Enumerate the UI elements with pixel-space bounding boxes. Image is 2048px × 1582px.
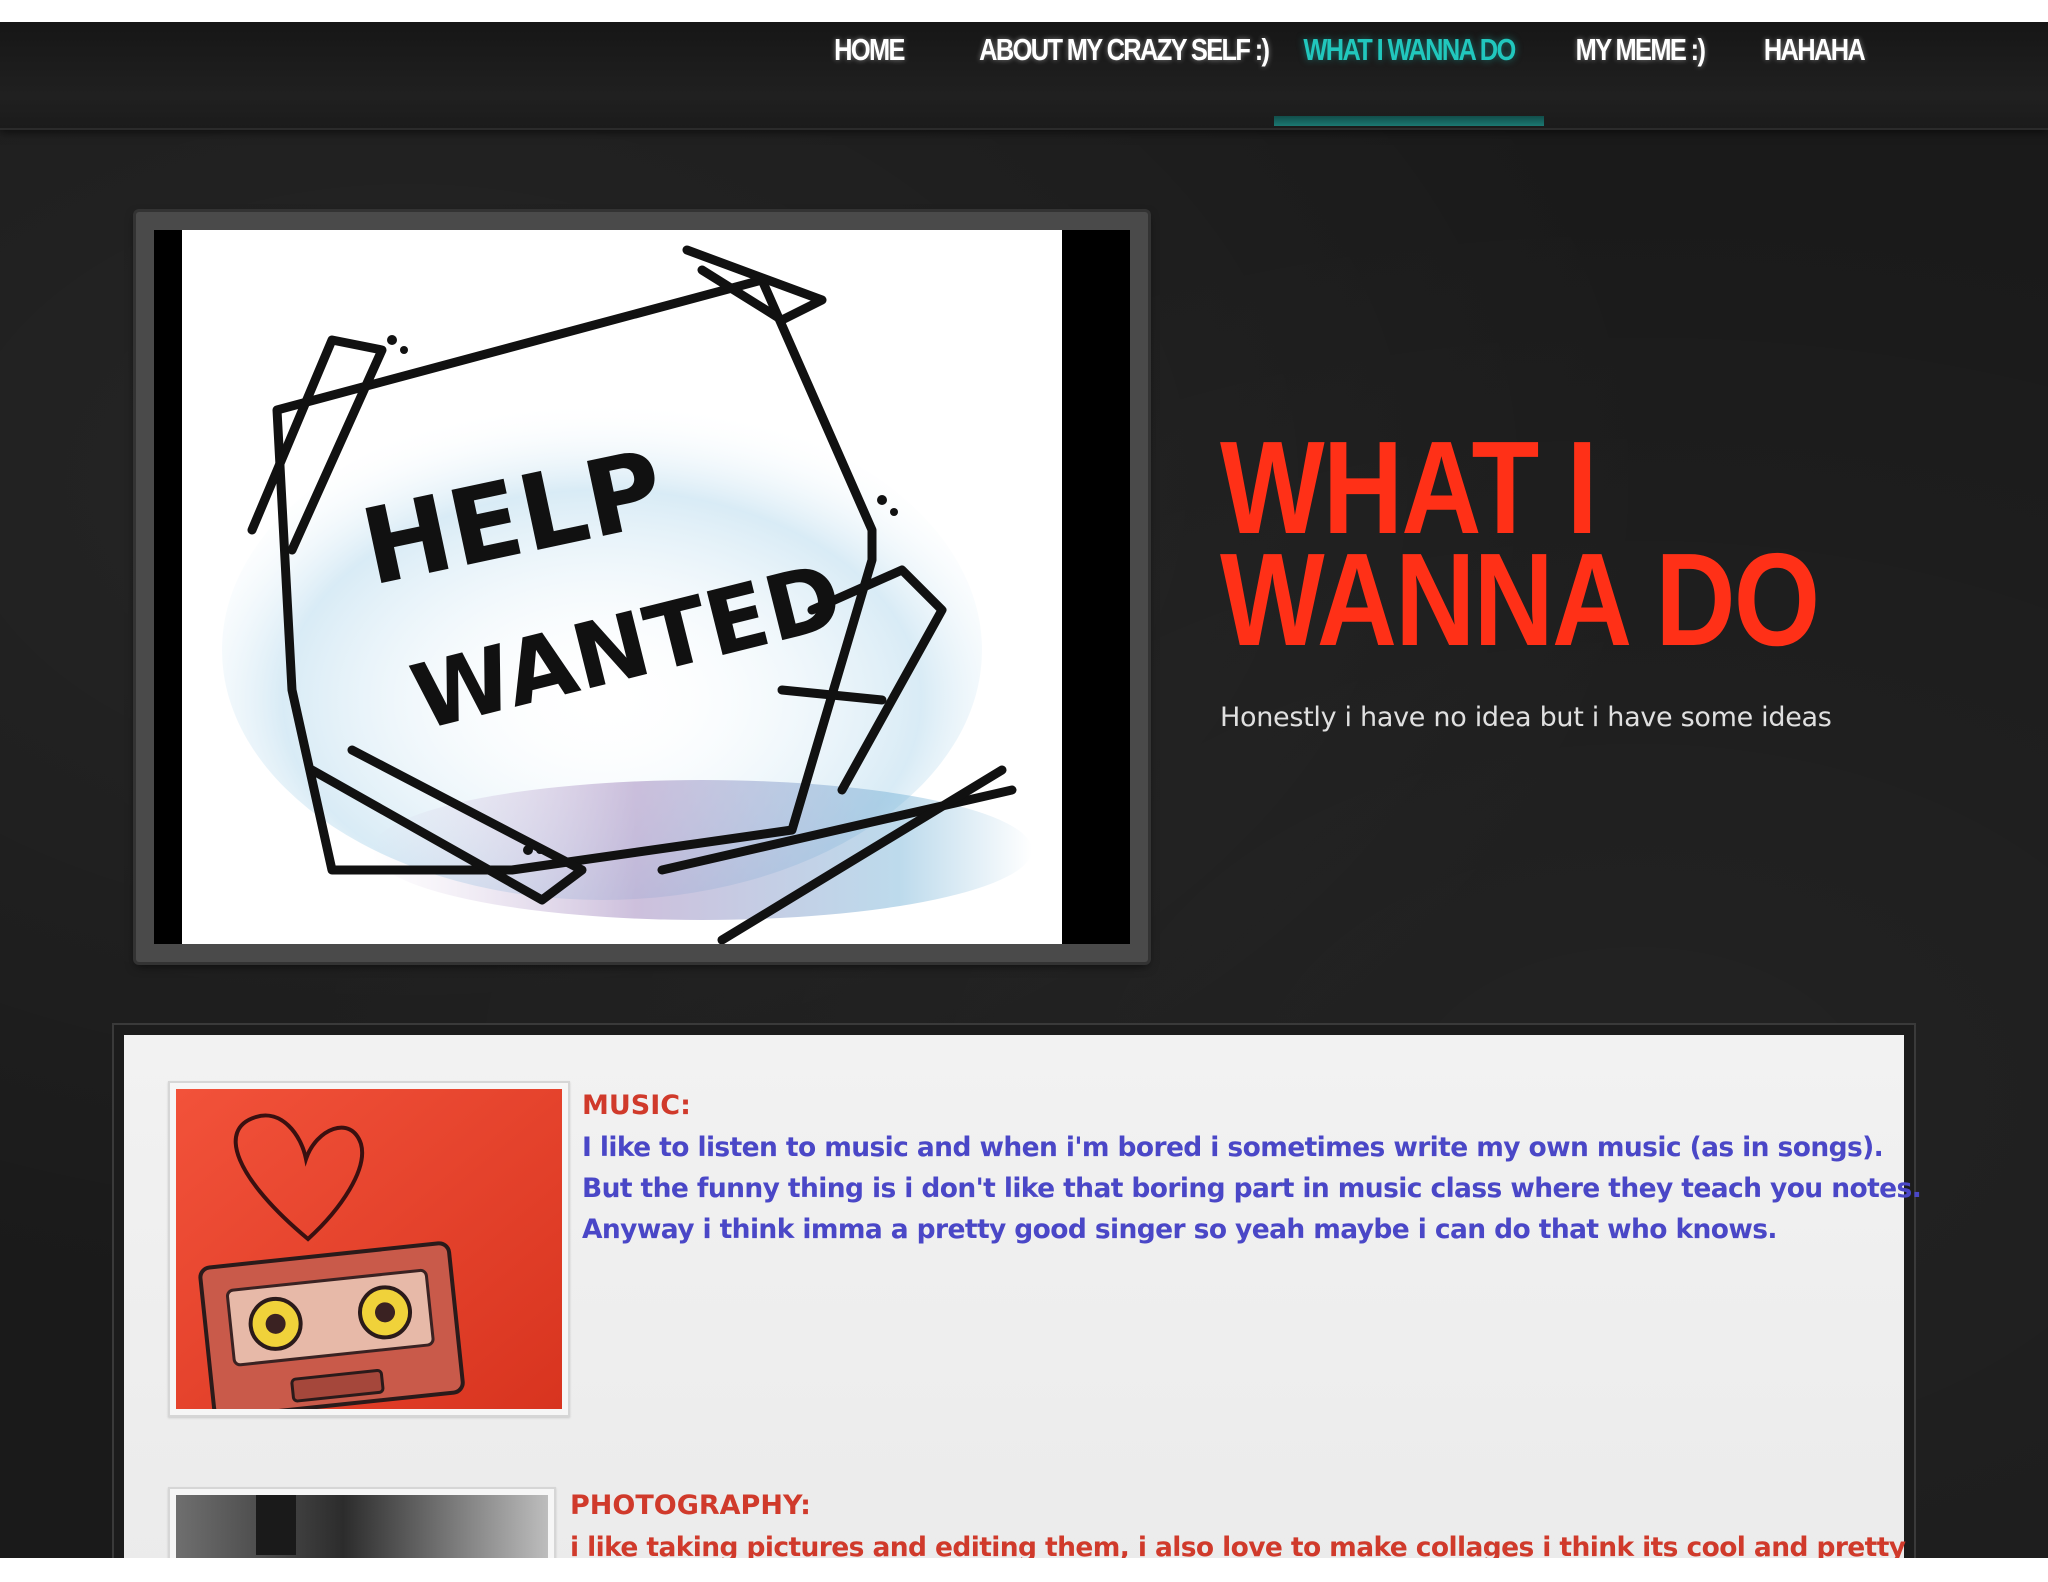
page-title: WHAT I WANNA DO <box>1220 414 1820 673</box>
music-text: I like to listen to music and when i'm b… <box>582 1127 1922 1250</box>
nav-about-label: ABOUT MY CRAZY SELF :) <box>979 32 1270 67</box>
help-wanted-illustration: HELP WANTED <box>182 230 1062 945</box>
music-text-line: But the funny thing is i don't like that… <box>582 1173 1922 1204</box>
content-panel: MUSIC: I like to listen to music and whe… <box>124 1035 1922 1558</box>
nav-hahaha-label: HAHAHA <box>1763 32 1866 67</box>
nav-what-i-wanna-do[interactable]: WHAT I WANNA DO <box>1274 22 1544 128</box>
help-wanted-image: HELP WANTED <box>182 230 1062 945</box>
photography-heading: PHOTOGRAPHY: <box>570 1490 811 1521</box>
music-text-line: I like to listen to music and when i'm b… <box>582 1132 1884 1163</box>
photography-text-line: i like taking pictures and editing them,… <box>570 1532 1906 1558</box>
hero-image-matte: HELP WANTED <box>154 230 1130 945</box>
nav-my-meme-label: MY MEME :) <box>1575 32 1706 67</box>
nav-about[interactable]: ABOUT MY CRAZY SELF :) <box>952 22 1270 128</box>
nav-home[interactable]: HOME <box>818 22 920 128</box>
nav-active-indicator <box>1274 116 1544 126</box>
photography-image <box>176 1495 548 1558</box>
hero-image-frame: HELP WANTED <box>136 212 1148 962</box>
music-text-line: Anyway i think imma a pretty good singer… <box>582 1214 1778 1245</box>
photography-image-frame <box>168 1487 556 1558</box>
top-navigation: HOME ABOUT MY CRAZY SELF :) WHAT I WANNA… <box>0 22 2048 130</box>
page-subtitle: Honestly i have no idea but i have some … <box>1220 702 1832 733</box>
cassette-heart-image <box>176 1089 562 1419</box>
music-heading: MUSIC: <box>582 1090 691 1121</box>
nav-what-i-wanna-do-label: WHAT I WANNA DO <box>1303 32 1516 67</box>
photography-text: i like taking pictures and editing them,… <box>570 1527 1906 1558</box>
page-viewport: HOME ABOUT MY CRAZY SELF :) WHAT I WANNA… <box>0 22 2048 1558</box>
nav-home-label: HOME <box>834 32 905 67</box>
music-image-frame <box>168 1081 570 1419</box>
nav-hahaha[interactable]: HAHAHA <box>1750 22 1878 128</box>
nav-my-meme[interactable]: MY MEME :) <box>1562 22 1714 128</box>
